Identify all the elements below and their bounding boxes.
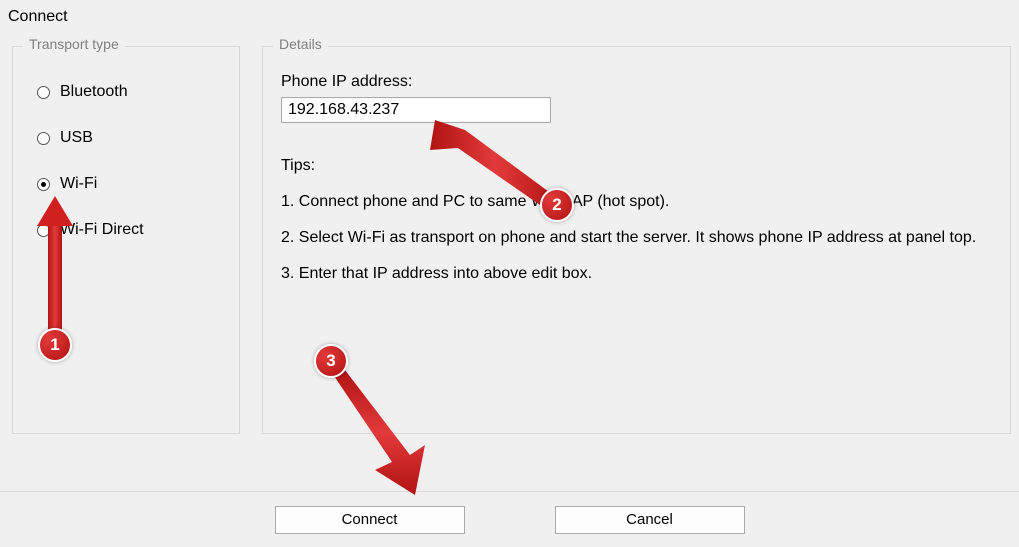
- annotation-arrow-1-shaft: [48, 218, 62, 336]
- ip-address-input[interactable]: [281, 97, 551, 123]
- ip-address-label: Phone IP address:: [281, 73, 992, 91]
- radio-bluetooth-label: Bluetooth: [60, 83, 128, 101]
- tip-3: 3. Enter that IP address into above edit…: [281, 265, 992, 283]
- tip-1: 1. Connect phone and PC to same Wi-Fi AP…: [281, 193, 992, 211]
- dialog-footer: Connect Cancel: [0, 491, 1019, 547]
- radio-usb-input[interactable]: [37, 132, 50, 145]
- tip-2: 2. Select Wi-Fi as transport on phone an…: [281, 229, 992, 247]
- connect-button[interactable]: Connect: [275, 506, 465, 534]
- connect-dialog: Connect Transport type Bluetooth USB Wi-…: [0, 0, 1019, 547]
- transport-type-group: Transport type Bluetooth USB Wi-Fi Wi-Fi…: [12, 46, 240, 434]
- radio-wifi-input[interactable]: [37, 178, 50, 191]
- radio-wifi[interactable]: Wi-Fi: [37, 175, 221, 193]
- dialog-body: Transport type Bluetooth USB Wi-Fi Wi-Fi…: [0, 30, 1019, 434]
- window-title: Connect: [0, 0, 1019, 30]
- annotation-arrow-1-head: [37, 196, 73, 226]
- transport-legend: Transport type: [23, 36, 125, 52]
- radio-wifi-label: Wi-Fi: [60, 175, 97, 193]
- radio-bluetooth-input[interactable]: [37, 86, 50, 99]
- annotation-badge-3: 3: [314, 344, 348, 378]
- cancel-button[interactable]: Cancel: [555, 506, 745, 534]
- details-group: Details Phone IP address: Tips: 1. Conne…: [262, 46, 1011, 434]
- details-legend: Details: [273, 36, 328, 52]
- radio-usb-label: USB: [60, 129, 93, 147]
- annotation-badge-2: 2: [540, 188, 574, 222]
- tips-heading: Tips:: [281, 157, 992, 175]
- radio-bluetooth[interactable]: Bluetooth: [37, 83, 221, 101]
- radio-usb[interactable]: USB: [37, 129, 221, 147]
- annotation-badge-1: 1: [38, 328, 72, 362]
